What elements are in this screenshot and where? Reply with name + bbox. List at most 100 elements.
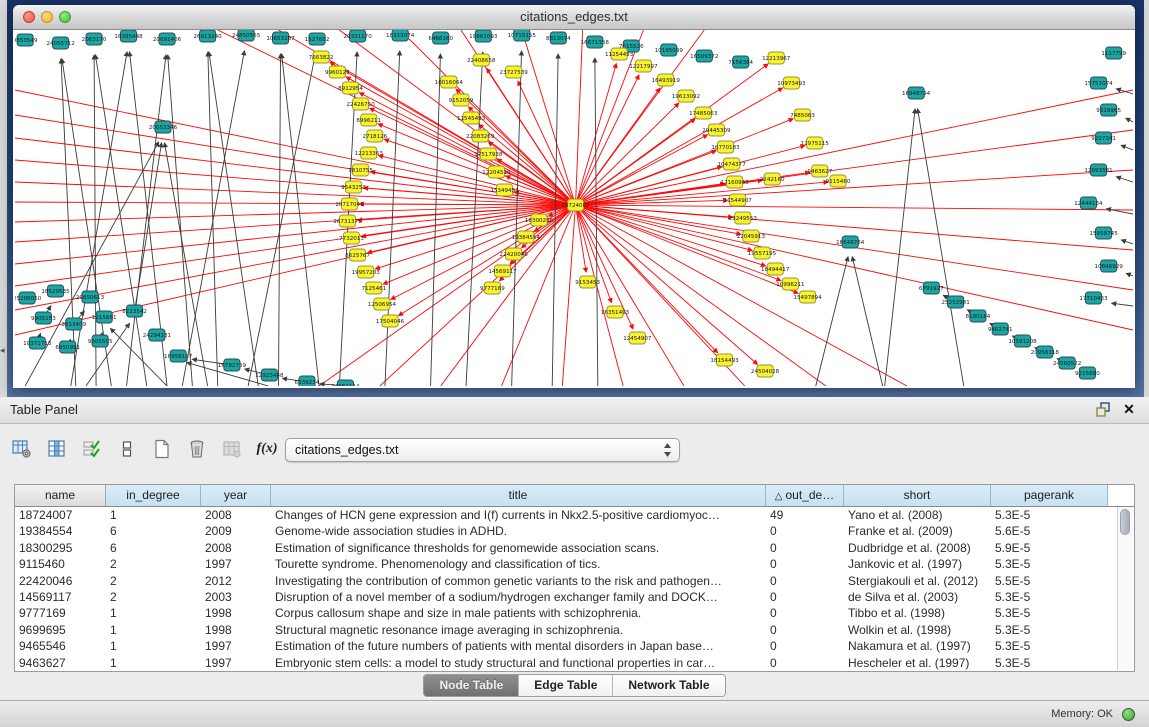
rows-icon[interactable] [115, 436, 139, 462]
graph-node[interactable]: 16509372 [690, 50, 718, 62]
table-row[interactable]: 1872400712008Changes of HCN gene express… [15, 507, 1134, 523]
graph-node[interactable]: 16782759 [218, 359, 247, 371]
graph-node[interactable]: 16016064 [435, 76, 464, 88]
graph-node[interactable]: 12444134 [1074, 197, 1103, 209]
float-panel-icon[interactable] [1095, 402, 1111, 418]
graph-node[interactable]: 10653287 [266, 32, 295, 44]
graph-node[interactable]: 1810755 [348, 164, 373, 176]
graph-node[interactable]: 7732013 [339, 232, 364, 244]
table-row[interactable]: 911546021997Tourette syndrome. Phenomeno… [15, 556, 1134, 572]
graph-node[interactable]: 1117799 [1101, 47, 1126, 59]
graph-node[interactable]: 8996211 [356, 114, 381, 126]
graph-node[interactable]: 8100184 [966, 310, 991, 322]
graph-node[interactable]: 25252981 [941, 296, 969, 308]
scrollbar-thumb[interactable] [1120, 509, 1130, 535]
graph-node[interactable]: 10474377 [717, 158, 746, 170]
table-select-dropdown[interactable]: citations_edges.txt [285, 438, 680, 462]
memory-status-led-icon[interactable] [1122, 708, 1135, 721]
graph-node[interactable]: 7485063 [790, 109, 815, 121]
graph-node[interactable]: 12217997 [629, 60, 658, 72]
graph-node[interactable]: 23727539 [500, 66, 529, 78]
graph-node[interactable]: 19861093 [469, 30, 498, 42]
graph-node[interactable]: 10591208 [1008, 335, 1037, 347]
graph-node[interactable]: 20331170 [343, 30, 372, 42]
table-row[interactable]: 1938455462009Genome-wide association stu… [15, 523, 1134, 539]
graph-node[interactable]: 2063170 [82, 33, 107, 45]
graph-node[interactable]: 10996211 [776, 278, 804, 290]
graph-node[interactable]: 25206050 [15, 292, 42, 304]
graph-node[interactable]: 10846929 [1095, 260, 1124, 272]
table-row[interactable]: 2242004622012Investigating the contribut… [15, 573, 1134, 589]
table-scrollbar[interactable] [1117, 507, 1133, 670]
graph-node[interactable]: 12923448 [255, 369, 284, 381]
graph-node[interactable]: 9215680 [1075, 367, 1100, 379]
graph-node[interactable]: 17485063 [689, 107, 718, 119]
graph-node[interactable]: 7156384 [728, 56, 753, 68]
graph-node[interactable]: 12454907 [623, 332, 652, 344]
tab-edge-table[interactable]: Edge Table [519, 675, 613, 696]
graph-node[interactable]: 9905153 [31, 312, 56, 324]
graph-node[interactable]: 14569117 [488, 265, 517, 277]
graph-node[interactable]: 16671358 [581, 36, 610, 48]
graph-node[interactable]: 16493919 [652, 74, 681, 86]
panel-collapse-handle-icon[interactable]: ◂ [0, 344, 7, 356]
graph-node[interactable]: 23249553 [729, 212, 758, 224]
graph-node[interactable]: 10195099 [655, 44, 684, 56]
graph-node[interactable]: 10719155 [508, 30, 537, 41]
table-row[interactable]: 969969511998Structural magnetic resonanc… [15, 622, 1134, 638]
graph-node[interactable]: 9960125 [325, 66, 350, 78]
graph-node[interactable]: 17710433 [1079, 292, 1108, 304]
graph-node[interactable]: 22426750 [347, 98, 376, 110]
graph-node[interactable]: 9463627 [807, 165, 832, 177]
graph-node[interactable]: 12213363 [355, 147, 384, 159]
graph-node[interactable]: 6466160 [428, 32, 453, 44]
graph-node[interactable]: 20717041 [335, 198, 363, 210]
function-icon[interactable]: f(x) [255, 436, 279, 462]
table-row[interactable]: 946554611997Estimation of the future num… [15, 638, 1134, 654]
new-document-icon[interactable] [150, 436, 174, 462]
graph-node[interactable]: 2242160 [760, 173, 785, 185]
graph-node[interactable]: 1527602 [305, 33, 330, 45]
graph-node[interactable]: 3913409 [61, 318, 86, 330]
graph-node[interactable]: 22083269 [466, 130, 495, 142]
table-row[interactable]: 1456911722003Disruption of a novel membe… [15, 589, 1134, 605]
graph-node[interactable]: 9152059 [449, 94, 474, 106]
graph-node[interactable]: 24652114 [331, 380, 360, 386]
table-settings-icon[interactable] [10, 436, 34, 462]
graph-node[interactable]: 19957203 [352, 266, 381, 278]
graph-node[interactable]: 8223542 [122, 305, 147, 317]
graph-node[interactable]: 7663822 [309, 51, 334, 63]
graph-node[interactable]: 18529535 [41, 285, 70, 297]
graph-node[interactable]: 6791927 [919, 282, 944, 294]
graph-node[interactable]: 16948794 [902, 87, 931, 99]
column-header-out_de[interactable]: △out_de… [766, 485, 844, 506]
graph-node[interactable]: 15349453 [490, 184, 519, 196]
graph-node[interactable]: 24294331 [143, 329, 171, 341]
graph-node[interactable]: 12213967 [762, 52, 791, 64]
graph-node[interactable]: 15751074 [1084, 77, 1113, 89]
graph-node[interactable]: 22045913 [737, 230, 766, 242]
column-header-year[interactable]: year [201, 485, 271, 506]
graph-node[interactable]: 8625767 [345, 249, 370, 261]
column-header-short[interactable]: short [844, 485, 991, 506]
tab-network-table[interactable]: Network Table [613, 675, 724, 696]
graph-node[interactable]: 24504028 [751, 365, 780, 377]
graph-node[interactable]: 24055712 [46, 37, 74, 49]
graph-node[interactable]: 16648784 [836, 236, 865, 248]
column-header-name[interactable]: name [15, 485, 106, 506]
graph-node[interactable]: 18395448 [114, 30, 143, 42]
graph-node[interactable]: 18494417 [761, 263, 790, 275]
graph-node[interactable]: 8912954 [338, 82, 363, 94]
graph-node[interactable]: 12093581 [1084, 164, 1112, 176]
table-row[interactable]: 977716911998Corpus callosum shape and si… [15, 605, 1134, 621]
graph-node[interactable]: 19613092 [672, 90, 700, 102]
graph-node[interactable]: 12975115 [801, 137, 830, 149]
graph-node[interactable]: 9329965 [1096, 104, 1121, 116]
graph-node[interactable]: 22408658 [467, 54, 496, 66]
window-titlebar[interactable]: citations_edges.txt [13, 5, 1135, 30]
column-select-icon[interactable] [45, 436, 69, 462]
graph-node[interactable]: 26731371 [333, 215, 361, 227]
graph-node[interactable]: 12506954 [368, 298, 397, 310]
graph-node[interactable]: 20445309 [702, 124, 731, 136]
graph-node[interactable]: 9853549 [15, 34, 38, 46]
